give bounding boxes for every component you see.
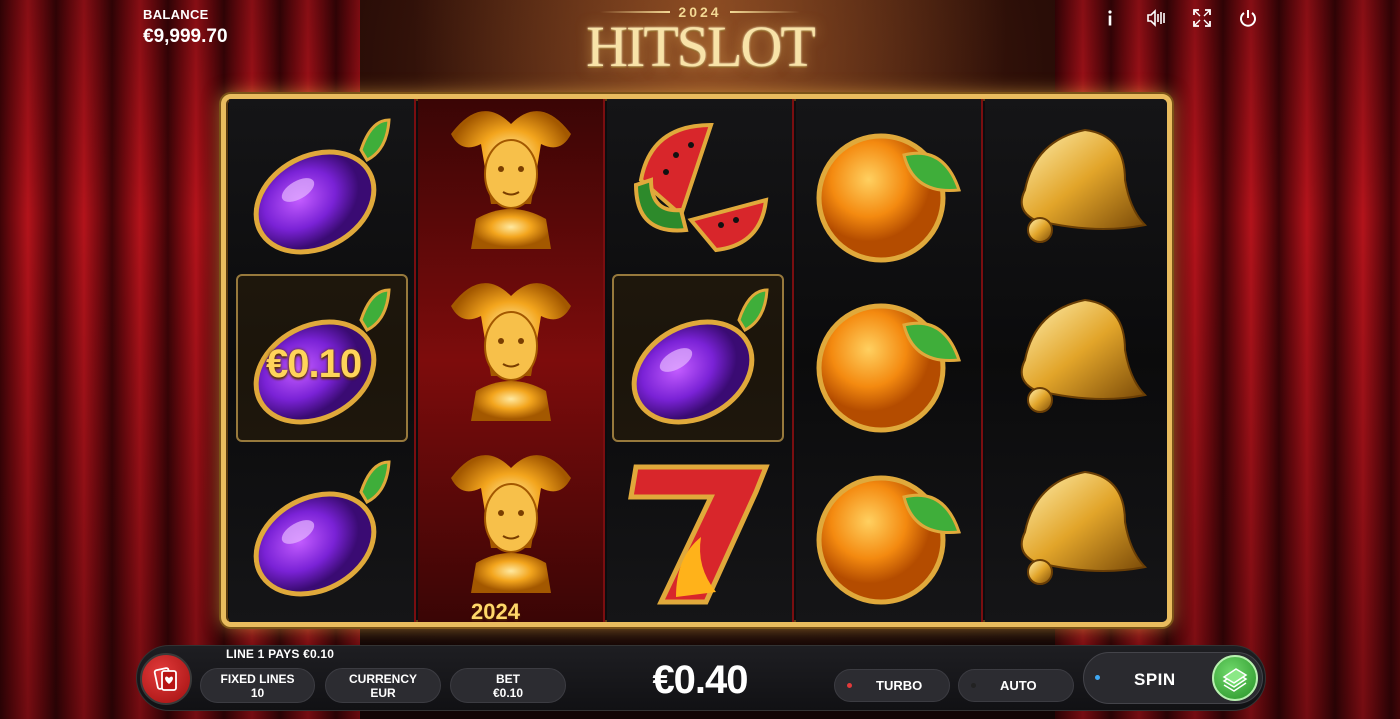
sound-icon[interactable] (1144, 6, 1168, 30)
currency-label: CURRENCY (348, 671, 417, 686)
watermelon-symbol (616, 107, 786, 272)
logo-name: HITSLOT (586, 14, 816, 79)
currency-value: EUR (370, 685, 396, 700)
orange-symbol (804, 449, 974, 614)
fixed-lines-label: FIXED LINES (220, 671, 295, 686)
cash-stack-icon (1222, 668, 1248, 692)
turbo-label: TURBO (876, 678, 923, 693)
bell-symbol (990, 449, 1160, 614)
auto-indicator (971, 683, 976, 688)
fixed-lines-value: 10 (250, 685, 265, 700)
jester-symbol (426, 263, 596, 428)
orange-symbol (804, 277, 974, 442)
jester-year-label: 2024 (471, 599, 520, 624)
info-icon[interactable] (1098, 6, 1122, 30)
spin-indicator (1095, 675, 1100, 680)
balance-value: €9,999.70 (143, 26, 228, 47)
spin-label: SPIN (1134, 670, 1176, 689)
jester-symbol (426, 435, 596, 600)
seven-symbol (616, 449, 786, 614)
reels-frame: €0.10 2024 (221, 94, 1172, 627)
fullscreen-icon[interactable] (1190, 6, 1214, 30)
plum-symbol (616, 277, 786, 442)
bet-label: BET (496, 671, 520, 686)
bet-selector[interactable]: BET €0.10 (450, 668, 566, 703)
total-bet-display: €0.40 (652, 658, 748, 702)
plum-symbol (238, 449, 408, 614)
turbo-toggle[interactable]: TURBO (834, 669, 950, 702)
spin-control[interactable]: SPIN (1083, 652, 1263, 704)
bet-value: €0.10 (492, 685, 524, 700)
balance-display: BALANCE €9,999.70 (143, 7, 228, 48)
game-logo: 2024 HITSLOT (560, 4, 840, 84)
spin-button[interactable] (1212, 655, 1258, 701)
cards-icon (153, 667, 177, 691)
gamble-button[interactable] (140, 653, 192, 705)
line-pays-message: LINE 1 PAYS €0.10 (226, 647, 335, 661)
balance-label: BALANCE (143, 7, 209, 22)
plum-symbol (238, 107, 408, 272)
turbo-indicator (847, 683, 852, 688)
line-win-amount: €0.10 (266, 342, 362, 386)
power-icon[interactable] (1236, 6, 1260, 30)
top-controls (1098, 6, 1260, 30)
fixed-lines-display: FIXED LINES 10 (200, 668, 315, 703)
bell-symbol (990, 107, 1160, 272)
jester-symbol (426, 99, 596, 256)
auto-label: AUTO (1000, 678, 1037, 693)
currency-selector[interactable]: CURRENCY EUR (325, 668, 441, 703)
auto-toggle[interactable]: AUTO (958, 669, 1074, 702)
bell-symbol (990, 277, 1160, 442)
orange-symbol (804, 107, 974, 272)
